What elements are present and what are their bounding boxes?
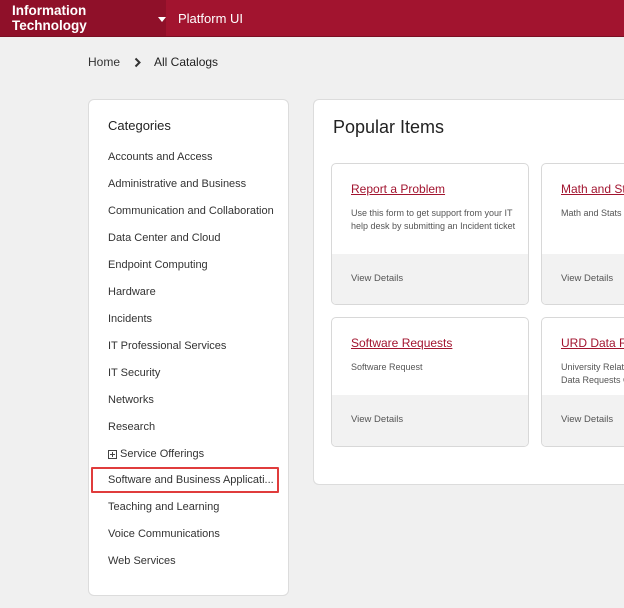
card-footer: View Details (542, 395, 624, 446)
card-description: Software Request (351, 362, 423, 372)
category-it-security[interactable]: IT Security (108, 367, 160, 379)
card-description: University Relat Data Requests C (561, 362, 624, 385)
card-description: Math and Stats (561, 208, 622, 218)
catalog-card[interactable]: Report a Problem Use this form to get su… (331, 163, 529, 305)
card-description: Use this form to get support from your I… (351, 208, 516, 231)
catalog-card[interactable]: URD Data R University Relat Data Request… (541, 317, 624, 447)
catalog-card[interactable]: Software Requests Software Request View … (331, 317, 529, 447)
category-service-offerings[interactable]: Service Offerings (108, 448, 204, 460)
view-details-link[interactable]: View Details (351, 273, 403, 284)
card-title-link[interactable]: URD Data R (561, 336, 624, 350)
card-title-link[interactable]: Report a Problem (351, 182, 445, 196)
card-title-link[interactable]: Math and St (561, 182, 624, 196)
category-service-offerings-label: Service Offerings (120, 448, 205, 460)
breadcrumb-current: All Catalogs (154, 55, 219, 69)
view-details-link[interactable]: View Details (561, 414, 613, 425)
categories-title: Categories (108, 118, 171, 133)
top-navbar: Information Technology Platform UI (0, 0, 624, 37)
chevron-down-icon (158, 16, 166, 22)
category-endpoint-computing[interactable]: Endpoint Computing (108, 259, 208, 271)
chevron-right-icon (134, 57, 141, 68)
category-it-professional-services[interactable]: IT Professional Services (108, 340, 226, 352)
category-software-and-business-applications[interactable]: Software and Business Applicati... (108, 474, 274, 486)
expand-plus-icon[interactable] (108, 449, 117, 459)
category-hardware[interactable]: Hardware (108, 286, 156, 298)
category-incidents[interactable]: Incidents (108, 313, 152, 325)
popular-items-title: Popular Items (333, 117, 445, 137)
view-details-link[interactable]: View Details (351, 414, 403, 425)
category-voice-communications[interactable]: Voice Communications (108, 528, 220, 540)
card-title-link[interactable]: Software Requests (351, 336, 452, 350)
platform-ui-link[interactable]: Platform UI (178, 0, 243, 36)
brand-menu-button[interactable]: Information Technology (0, 0, 166, 36)
card-footer: View Details (332, 254, 528, 304)
brand-label: Information Technology (12, 3, 87, 33)
catalog-card[interactable]: Math and St Math and Stats View Details (541, 163, 624, 305)
categories-panel: Categories Accounts and Access Administr… (88, 99, 289, 596)
category-communication-and-collaboration[interactable]: Communication and Collaboration (108, 205, 274, 217)
category-web-services[interactable]: Web Services (108, 555, 176, 567)
popular-items-panel: Popular Items Report a Problem Use this … (313, 99, 624, 485)
view-details-link[interactable]: View Details (561, 273, 613, 284)
category-networks[interactable]: Networks (108, 394, 154, 406)
card-footer: View Details (332, 395, 528, 446)
breadcrumb: Home All Catalogs (88, 55, 218, 69)
category-accounts-and-access[interactable]: Accounts and Access (108, 151, 213, 163)
category-research[interactable]: Research (108, 421, 155, 433)
category-administrative-and-business[interactable]: Administrative and Business (108, 178, 246, 190)
card-footer: View Details (542, 254, 624, 304)
category-teaching-and-learning[interactable]: Teaching and Learning (108, 501, 219, 513)
category-data-center-and-cloud[interactable]: Data Center and Cloud (108, 232, 221, 244)
breadcrumb-home-link[interactable]: Home (88, 55, 120, 69)
